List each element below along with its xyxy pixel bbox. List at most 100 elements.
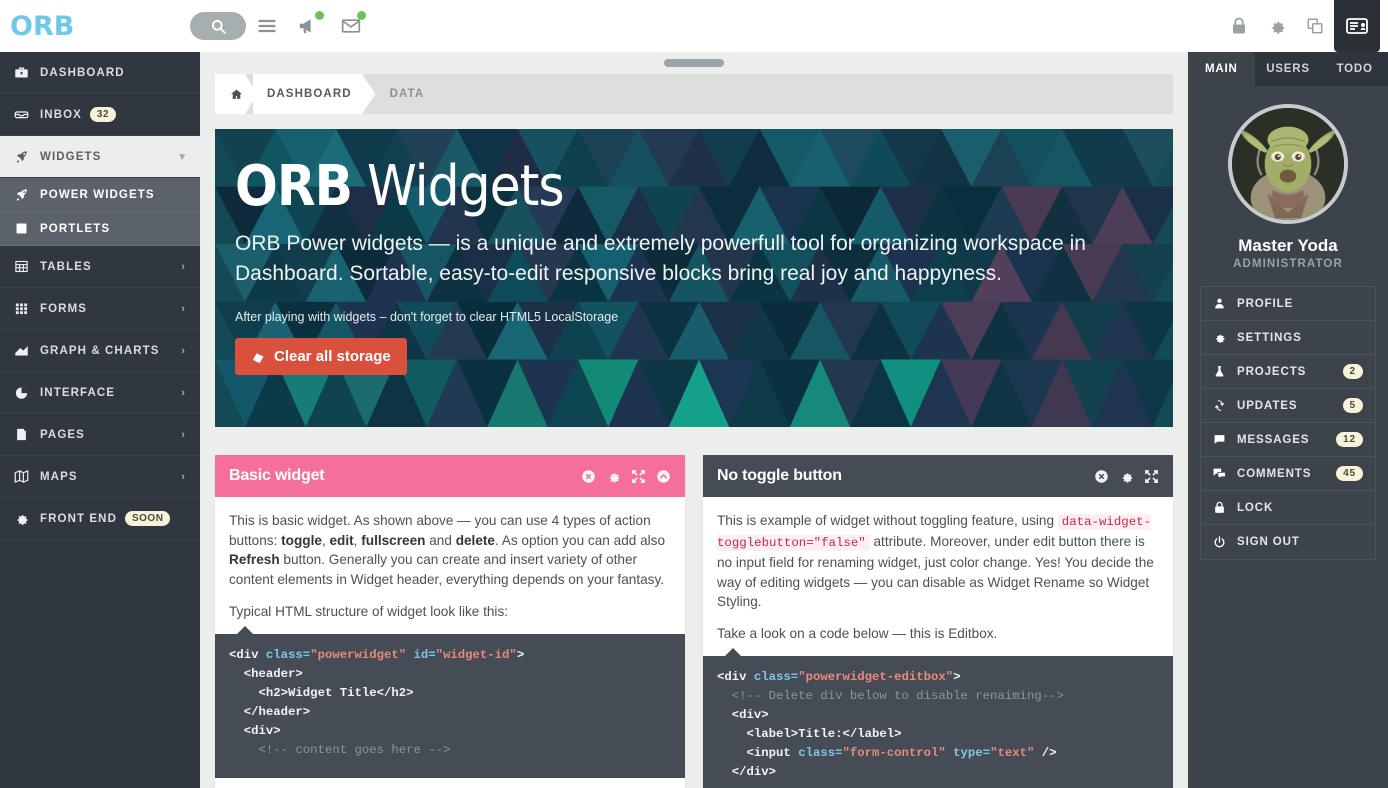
envelope-icon[interactable] (330, 0, 372, 52)
rp-item-label: MESSAGES (1237, 433, 1310, 446)
sidebar-item-label: TABLES (40, 260, 92, 273)
user-icon (1213, 297, 1237, 310)
widget-body: This is example of widget without toggli… (703, 497, 1173, 788)
power-icon (1213, 535, 1237, 549)
widget-header: No toggle button (703, 455, 1173, 497)
breadcrumb-home-link[interactable] (215, 74, 257, 114)
sidebar-item-front-end[interactable]: FRONT END SOON (0, 498, 200, 540)
sidebar-item-widgets[interactable]: WIDGETS ▾ (0, 136, 200, 178)
rp-item-projects[interactable]: PROJECTS 2 (1201, 355, 1375, 389)
megaphone-notification-dot (315, 11, 324, 20)
sidebar-item-interface[interactable]: INTERFACE › (0, 372, 200, 414)
sidebar-item-graph-charts[interactable]: GRAPH & CHARTS › (0, 330, 200, 372)
right-panel: MAIN USERS TODO Master Yoda ADMINISTRATO… (1188, 52, 1388, 788)
gear-icon[interactable] (1119, 469, 1134, 484)
sidebar-item-label: POWER WIDGETS (40, 188, 155, 201)
app-logo[interactable]: ORB (0, 11, 200, 42)
sidebar-item-pages[interactable]: PAGES › (0, 414, 200, 456)
chevron-up-icon[interactable] (656, 469, 671, 484)
breadcrumb-dashboard-link[interactable]: DASHBOARD (253, 74, 376, 114)
clear-all-storage-button[interactable]: Clear all storage (235, 337, 407, 375)
rp-item-comments[interactable]: COMMENTS 45 (1201, 457, 1375, 491)
sidebar-item-tables[interactable]: TABLES › (0, 246, 200, 288)
sidebar-item-dashboard[interactable]: DASHBOARD (0, 52, 200, 94)
top-bar: ORB (0, 0, 1388, 52)
chevron-down-icon: ▾ (179, 151, 186, 163)
fullscreen-icon[interactable] (631, 469, 646, 484)
windows-icon[interactable] (1296, 0, 1334, 52)
front-end-badge: SOON (124, 511, 171, 526)
rp-item-label: COMMENTS (1237, 467, 1312, 480)
rp-item-label: SIGN OUT (1237, 536, 1300, 548)
hero-title: ORB Widgets (235, 159, 1153, 215)
rocket-icon (14, 187, 40, 202)
rp-item-profile[interactable]: PROFILE (1201, 287, 1375, 321)
sidebar-item-label: PAGES (40, 428, 85, 441)
widget-title: Basic widget (229, 467, 325, 484)
rp-item-lock[interactable]: LOCK (1201, 491, 1375, 525)
forms-grid-icon (14, 301, 40, 316)
square-icon (14, 221, 40, 236)
gear-icon (1213, 331, 1237, 344)
comments-icon (1213, 467, 1237, 480)
widget-title: No toggle button (717, 467, 842, 484)
widget-actions (581, 469, 671, 484)
rp-item-badge: 5 (1342, 398, 1363, 413)
rp-item-sign-out[interactable]: SIGN OUT (1201, 525, 1375, 559)
code-block: <div class="powerwidget-editbox"> <!-- D… (703, 647, 1173, 788)
inbox-badge: 32 (89, 107, 117, 122)
para1-mid: . As option you can add also (494, 532, 666, 548)
close-icon[interactable] (1094, 469, 1109, 484)
para1-end: button. Generally you can create and ins… (229, 552, 665, 588)
widget-paragraph-1: This is example of widget without toggli… (717, 511, 1159, 612)
bold-toggle: toggle (281, 532, 322, 548)
hero-title-light: Widgets (367, 154, 565, 219)
chevron-right-icon: › (181, 302, 186, 315)
envelope-notification-dot (357, 11, 366, 20)
rp-item-updates[interactable]: UPDATES 5 (1201, 389, 1375, 423)
code-line: <label>Title:</label> (746, 726, 902, 741)
sidebar-item-portlets[interactable]: PORTLETS (0, 212, 200, 246)
para1-pre: This is example of widget without toggli… (717, 513, 1058, 528)
sidebar-item-maps[interactable]: MAPS › (0, 456, 200, 498)
panel-toggle-icon[interactable] (1334, 0, 1380, 52)
sidebar-item-inbox[interactable]: INBOX 32 (0, 94, 200, 136)
gear-icon[interactable] (1258, 0, 1296, 52)
gear-icon[interactable] (606, 469, 621, 484)
briefcase-icon (14, 65, 40, 80)
fullscreen-icon[interactable] (1144, 469, 1159, 484)
hamburger-icon[interactable] (246, 0, 288, 52)
chart-icon (14, 343, 40, 358)
drag-handle[interactable] (664, 59, 724, 67)
panel-drag-handle-area (200, 52, 1188, 74)
tab-users[interactable]: USERS (1255, 52, 1322, 86)
code-block: <div class="powerwidget" id="widget-id">… (215, 625, 685, 778)
rp-item-messages[interactable]: MESSAGES 12 (1201, 423, 1375, 457)
sidebar-item-forms[interactable]: FORMS › (0, 288, 200, 330)
avatar[interactable] (1228, 104, 1348, 224)
megaphone-icon[interactable] (288, 0, 330, 52)
close-icon[interactable] (581, 469, 596, 484)
tab-todo[interactable]: TODO (1321, 52, 1388, 86)
sidebar-item-label: MAPS (40, 470, 78, 483)
sidebar-item-label: WIDGETS (40, 150, 102, 163)
code-line: <div class="powerwidget" id="widget-id"> (229, 647, 525, 662)
sidebar-item-power-widgets[interactable]: POWER WIDGETS (0, 178, 200, 212)
lock-icon[interactable] (1220, 0, 1258, 52)
widget-paragraph-1: This is basic widget. As shown above — y… (229, 513, 666, 588)
yoda-avatar (1232, 108, 1344, 220)
search-input[interactable] (190, 12, 246, 40)
sidebar-item-label: INBOX (40, 108, 82, 121)
rp-item-label: SETTINGS (1237, 331, 1302, 344)
breadcrumb-current: DATA (389, 88, 425, 100)
widget-paragraph-2: Take a look on a code below — this is Ed… (717, 626, 998, 642)
rp-item-settings[interactable]: SETTINGS (1201, 321, 1375, 355)
flask-icon (1213, 365, 1237, 378)
tab-main[interactable]: MAIN (1188, 52, 1255, 86)
comment-icon (1213, 433, 1237, 446)
code-line: </header> (243, 704, 311, 719)
rocket-icon (14, 149, 40, 164)
main-content: DASHBOARD DATA ORB Widgets ORB Power wid… (200, 52, 1188, 788)
user-role: ADMINISTRATOR (1233, 258, 1343, 270)
inbox-icon (14, 107, 40, 122)
